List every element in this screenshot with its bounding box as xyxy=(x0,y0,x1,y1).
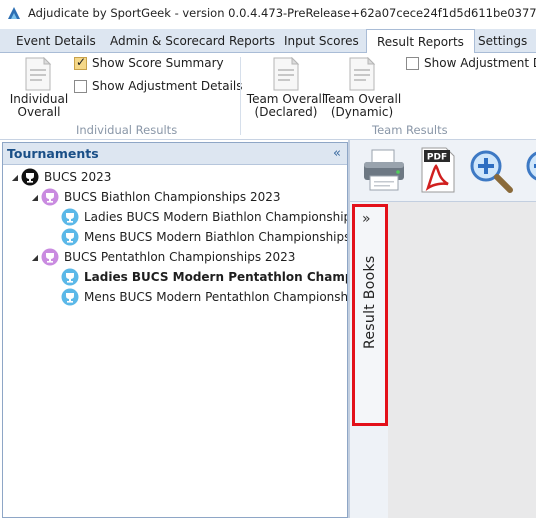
team-show-adjustment-checkbox[interactable] xyxy=(406,57,419,70)
pdf-export-icon[interactable]: PDF xyxy=(418,146,458,194)
tab-result-reports[interactable]: Result Reports xyxy=(366,29,475,54)
tournaments-pane: Tournaments « ◢ BUCS 2023 ◢ BUCS Biathlo… xyxy=(2,142,348,518)
show-score-summary-label: Show Score Summary xyxy=(92,56,224,70)
show-adjustment-details-checkbox[interactable] xyxy=(74,80,87,93)
trophy-blue-icon xyxy=(61,228,79,246)
trophy-dark-icon xyxy=(21,168,39,186)
tree-node-biathlon-championships[interactable]: ◢ BUCS Biathlon Championships 2023 xyxy=(29,187,281,207)
trophy-blue-icon xyxy=(61,268,79,286)
ribbon-panel: Individual Overall ✓ Show Score Summary … xyxy=(0,53,536,140)
report-document-icon xyxy=(349,57,376,91)
collapse-pane-icon[interactable]: « xyxy=(333,146,341,161)
checkmark-icon: ✓ xyxy=(76,55,87,69)
expand-arrow-icon[interactable]: ◢ xyxy=(29,253,41,262)
zoom-in-icon[interactable] xyxy=(466,146,516,194)
tree-node-mens-pentathlon[interactable]: Mens BUCS Modern Pentathlon Championship… xyxy=(49,287,348,307)
tree-node-label: Mens BUCS Modern Biathlon Championships … xyxy=(84,230,348,244)
trophy-blue-icon xyxy=(61,288,79,306)
report-document-icon xyxy=(273,57,300,91)
trophy-purple-icon xyxy=(41,248,59,266)
expand-panel-icon[interactable]: » xyxy=(362,211,371,227)
tab-input-scores[interactable]: Input Scores xyxy=(274,29,369,53)
team-declared-label-2: (Declared) xyxy=(254,105,318,119)
tab-admin-scorecard-reports[interactable]: Admin & Scorecard Reports xyxy=(100,29,285,53)
team-show-adjustment-label: Show Adjustment De xyxy=(424,56,536,70)
tree-node-label: Ladies BUCS Modern Biathlon Championship… xyxy=(84,210,348,224)
report-preview-area xyxy=(388,202,536,518)
result-books-label: Result Books xyxy=(362,255,378,349)
tree-node-label: Mens BUCS Modern Pentathlon Championship… xyxy=(84,290,348,304)
ribbon-tabstrip: Event Details Admin & Scorecard Reports … xyxy=(0,29,536,54)
expand-arrow-icon[interactable]: ◢ xyxy=(9,173,21,182)
pdf-icon-label: PDF xyxy=(427,153,447,163)
show-adjustment-details-label: Show Adjustment Details xyxy=(92,79,243,93)
report-toolbar: PDF xyxy=(350,140,536,202)
print-icon[interactable] xyxy=(360,146,410,194)
zoom-out-icon[interactable] xyxy=(522,146,536,194)
tree-node-mens-biathlon[interactable]: Mens BUCS Modern Biathlon Championships … xyxy=(49,227,348,247)
trophy-blue-icon xyxy=(61,208,79,226)
tab-event-details[interactable]: Event Details xyxy=(6,29,106,53)
tree-node-ladies-pentathlon[interactable]: Ladies BUCS Modern Pentathlon Championsh… xyxy=(49,267,347,287)
team-dynamic-label-2: (Dynamic) xyxy=(330,105,394,119)
tree-node-label: BUCS 2023 xyxy=(44,170,112,184)
ribbon-separator xyxy=(240,57,241,135)
tournaments-header: Tournaments « xyxy=(3,143,347,165)
result-books-side-tab[interactable]: » Result Books xyxy=(352,204,388,426)
individual-overall-label-2: Overall xyxy=(17,105,61,119)
tree-node-label: BUCS Pentathlon Championships 2023 xyxy=(64,250,296,264)
tree-node-bucs-2023[interactable]: ◢ BUCS 2023 xyxy=(9,167,111,187)
team-results-group-label: Team Results xyxy=(372,123,448,137)
individual-results-group-label: Individual Results xyxy=(76,123,178,137)
app-logo-icon xyxy=(8,7,20,19)
tree-node-label: BUCS Biathlon Championships 2023 xyxy=(64,190,281,204)
title-bar: Adjudicate by SportGeek - version 0.0.4.… xyxy=(0,0,536,26)
report-viewer-pane: PDF » Result Books xyxy=(350,140,536,518)
expand-arrow-icon[interactable]: ◢ xyxy=(29,193,41,202)
tournaments-title: Tournaments xyxy=(7,146,99,161)
trophy-purple-icon xyxy=(41,188,59,206)
show-score-summary-checkbox[interactable]: ✓ xyxy=(74,55,87,70)
report-document-icon xyxy=(25,57,52,91)
tree-node-pentathlon-championships[interactable]: ◢ BUCS Pentathlon Championships 2023 xyxy=(29,247,295,267)
tab-settings[interactable]: Settings xyxy=(468,29,536,53)
tree-node-ladies-biathlon[interactable]: Ladies BUCS Modern Biathlon Championship… xyxy=(49,207,348,227)
tree-node-label-selected: Ladies BUCS Modern Pentathlon Championsh… xyxy=(84,270,347,284)
window-title: Adjudicate by SportGeek - version 0.0.4.… xyxy=(28,6,536,20)
